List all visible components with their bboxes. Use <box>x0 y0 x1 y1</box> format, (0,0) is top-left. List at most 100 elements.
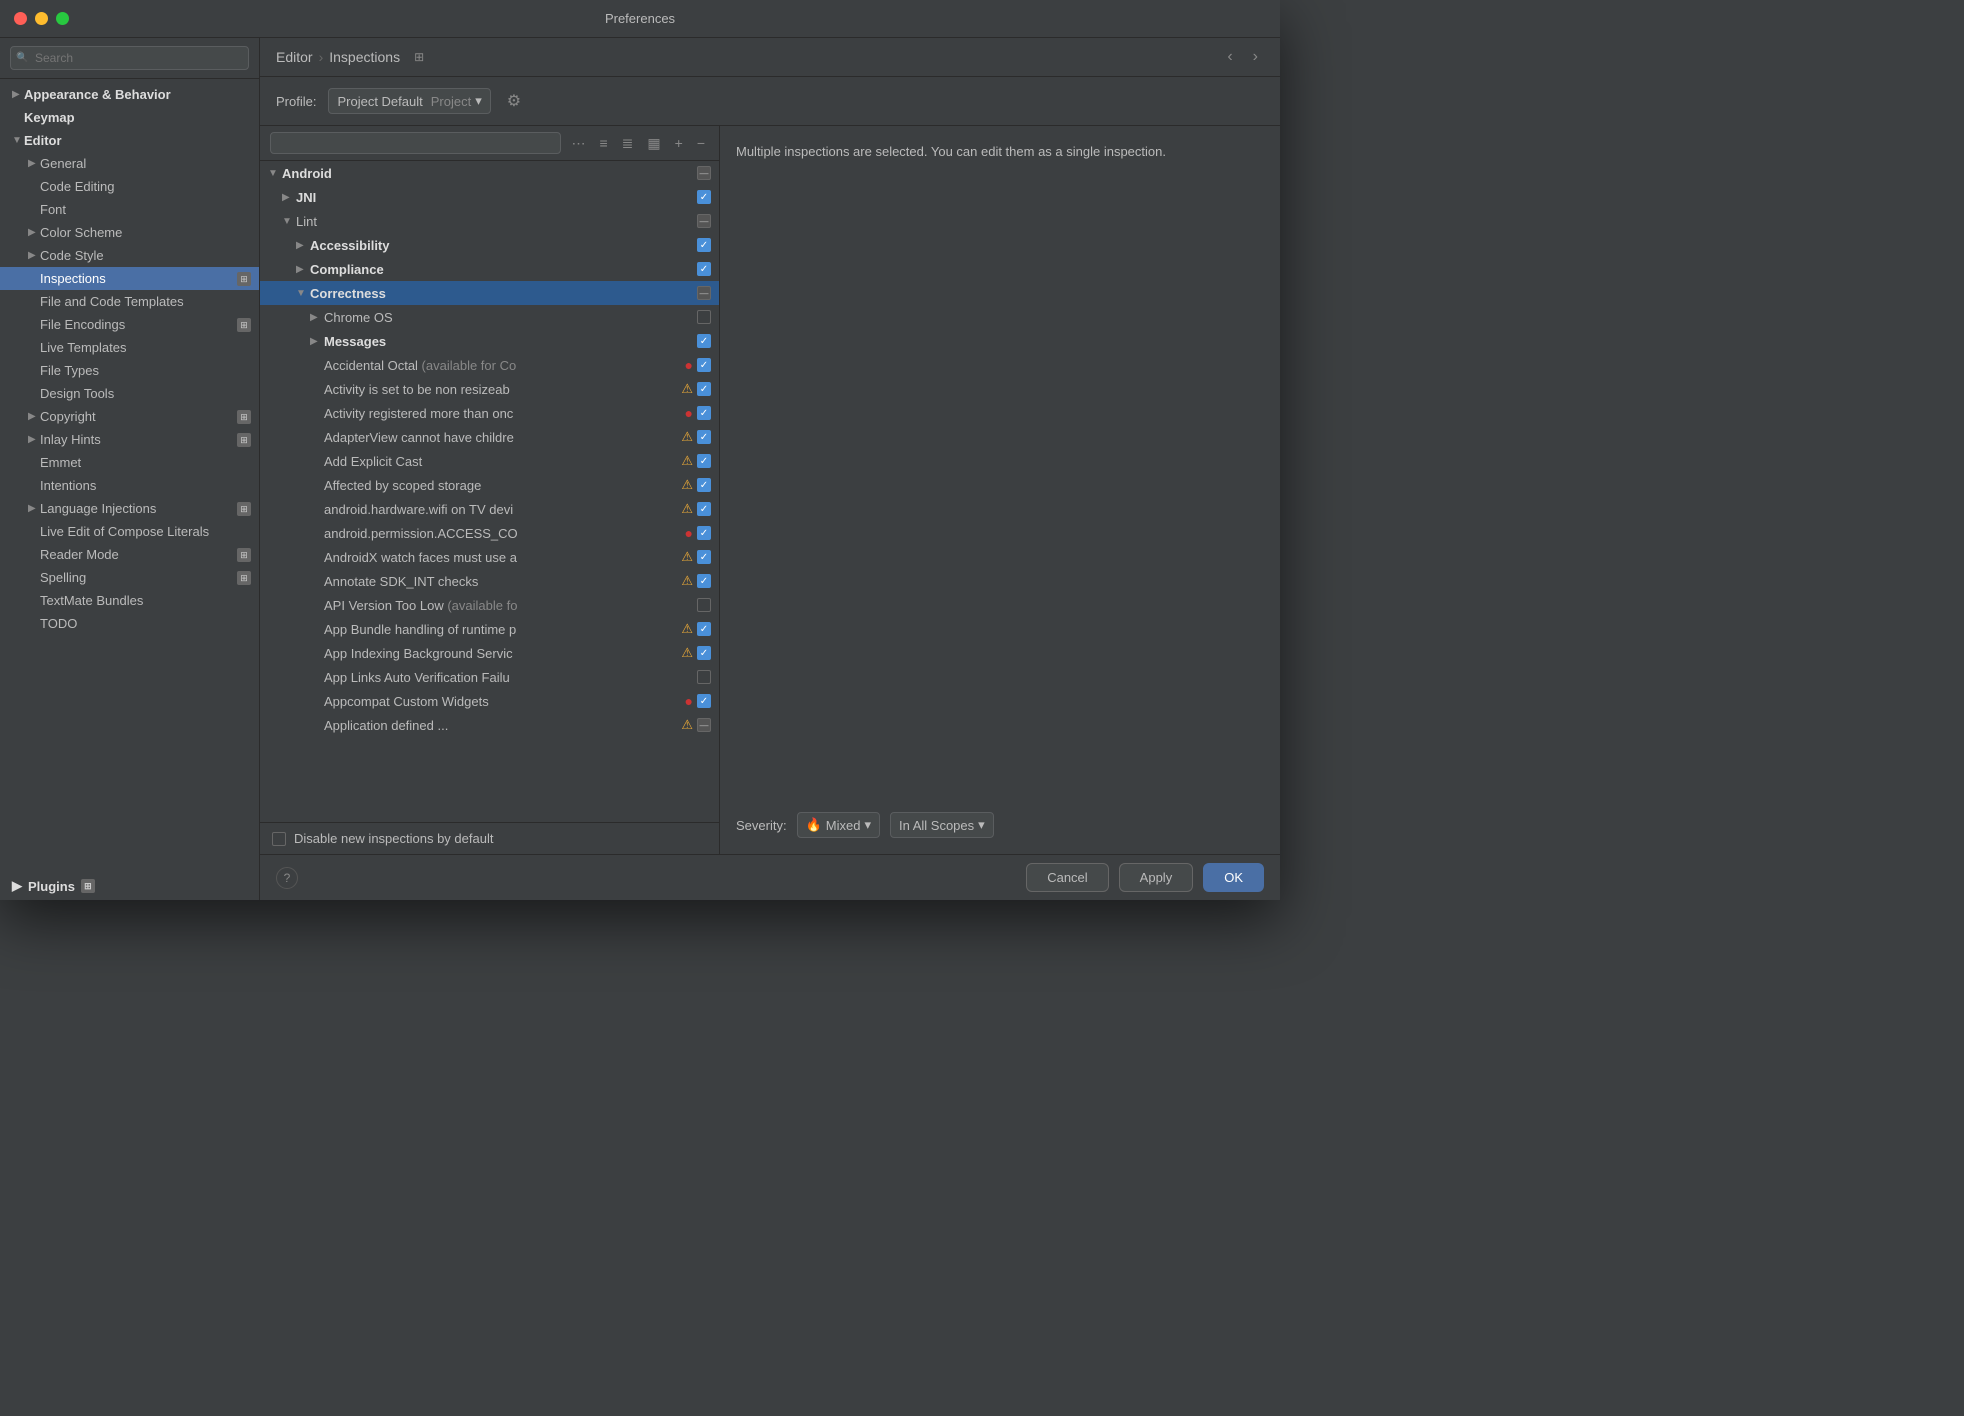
insp-checkbox-app-bundle[interactable] <box>697 622 711 636</box>
help-button[interactable]: ? <box>276 867 298 889</box>
sidebar-item-inspections[interactable]: Inspections ⊞ <box>0 267 259 290</box>
sidebar-item-inlay-hints[interactable]: ▶ Inlay Hints ⊞ <box>0 428 259 451</box>
sidebar-item-general[interactable]: ▶ General <box>0 152 259 175</box>
sidebar-item-emmet[interactable]: Emmet <box>0 451 259 474</box>
view-options-button[interactable]: ▦ <box>643 133 664 154</box>
insp-checkbox-app-links[interactable] <box>697 670 711 684</box>
insp-checkbox-androidx-watch[interactable] <box>697 550 711 564</box>
insp-checkbox-jni[interactable] <box>697 190 711 204</box>
insp-item-annotate-sdk[interactable]: Annotate SDK_INT checks ⚠ <box>260 569 719 593</box>
insp-item-compliance[interactable]: ▶ Compliance <box>260 257 719 281</box>
cancel-button[interactable]: Cancel <box>1026 863 1108 892</box>
insp-checkbox-hardware-wifi[interactable] <box>697 502 711 516</box>
sidebar-plugins-section[interactable]: ▶ Plugins ⊞ <box>0 872 259 900</box>
nav-back-button[interactable]: ‹ <box>1221 46 1238 68</box>
collapse-all-button[interactable]: ≡ <box>595 133 611 153</box>
insp-label: Add Explicit Cast <box>324 454 681 469</box>
red-error-icon: ● <box>685 357 693 373</box>
insp-item-app-indexing[interactable]: App Indexing Background Servic ⚠ <box>260 641 719 665</box>
sidebar-item-reader-mode[interactable]: Reader Mode ⊞ <box>0 543 259 566</box>
insp-item-lint[interactable]: ▼ Lint <box>260 209 719 233</box>
insp-checkbox-compliance[interactable] <box>697 262 711 276</box>
ok-button[interactable]: OK <box>1203 863 1264 892</box>
sidebar-item-live-edit-compose[interactable]: Live Edit of Compose Literals <box>0 520 259 543</box>
sidebar-item-spelling[interactable]: Spelling ⊞ <box>0 566 259 589</box>
insp-item-hardware-wifi[interactable]: android.hardware.wifi on TV devi ⚠ <box>260 497 719 521</box>
insp-item-adapterview[interactable]: AdapterView cannot have childre ⚠ <box>260 425 719 449</box>
sidebar-item-color-scheme[interactable]: ▶ Color Scheme <box>0 221 259 244</box>
insp-item-scoped-storage[interactable]: Affected by scoped storage ⚠ <box>260 473 719 497</box>
sidebar-item-intentions[interactable]: Intentions <box>0 474 259 497</box>
insp-item-appcompat-widgets[interactable]: Appcompat Custom Widgets ● <box>260 689 719 713</box>
insp-checkbox-accidental-octal[interactable] <box>697 358 711 372</box>
settings-gear-button[interactable]: ⚙ <box>503 87 525 115</box>
sidebar-item-live-templates[interactable]: Live Templates <box>0 336 259 359</box>
insp-checkbox-add-explicit-cast[interactable] <box>697 454 711 468</box>
sidebar-item-editor[interactable]: ▼ Editor <box>0 129 259 152</box>
disable-new-inspections-checkbox[interactable] <box>272 832 286 846</box>
minimize-button[interactable] <box>35 12 48 25</box>
insp-item-activity-non-resizable[interactable]: Activity is set to be non resizeab ⚠ <box>260 377 719 401</box>
sidebar-item-design-tools[interactable]: Design Tools <box>0 382 259 405</box>
sidebar-item-file-types[interactable]: File Types <box>0 359 259 382</box>
insp-checkbox-android[interactable] <box>697 166 711 180</box>
insp-item-accidental-octal[interactable]: Accidental Octal (available for Co ● <box>260 353 719 377</box>
sidebar-item-file-code-templates[interactable]: File and Code Templates <box>0 290 259 313</box>
insp-item-chrome-os[interactable]: ▶ Chrome OS <box>260 305 719 329</box>
insp-checkbox-lint[interactable] <box>697 214 711 228</box>
sidebar-item-todo[interactable]: TODO <box>0 612 259 635</box>
sidebar-item-code-style[interactable]: ▶ Code Style <box>0 244 259 267</box>
sidebar-item-appearance[interactable]: ▶ Appearance & Behavior <box>0 83 259 106</box>
insp-checkbox-correctness[interactable] <box>697 286 711 300</box>
insp-item-jni[interactable]: ▶ JNI <box>260 185 719 209</box>
insp-item-android[interactable]: ▼ Android <box>260 161 719 185</box>
insp-item-application-defined[interactable]: Application defined ... ⚠ <box>260 713 719 737</box>
sidebar-item-file-encodings[interactable]: File Encodings ⊞ <box>0 313 259 336</box>
sidebar-item-font[interactable]: Font <box>0 198 259 221</box>
sidebar-item-copyright[interactable]: ▶ Copyright ⊞ <box>0 405 259 428</box>
insp-checkbox-application-defined[interactable] <box>697 718 711 732</box>
filter-button[interactable]: ⋯ <box>567 133 589 154</box>
sidebar-item-label: Keymap <box>24 110 251 125</box>
sidebar-item-textmate-bundles[interactable]: TextMate Bundles <box>0 589 259 612</box>
insp-checkbox-adapterview[interactable] <box>697 430 711 444</box>
insp-item-app-bundle[interactable]: App Bundle handling of runtime p ⚠ <box>260 617 719 641</box>
sidebar-item-code-editing[interactable]: Code Editing <box>0 175 259 198</box>
insp-checkbox-api-version[interactable] <box>697 598 711 612</box>
scope-select[interactable]: In All Scopes ▾ <box>890 812 994 838</box>
insp-checkbox-activity-registered[interactable] <box>697 406 711 420</box>
sidebar-search-input[interactable] <box>10 46 249 70</box>
insp-checkbox-annotate-sdk[interactable] <box>697 574 711 588</box>
insp-item-accessibility[interactable]: ▶ Accessibility <box>260 233 719 257</box>
remove-inspection-button[interactable]: − <box>693 133 709 153</box>
sidebar-item-language-injections[interactable]: ▶ Language Injections ⊞ <box>0 497 259 520</box>
restore-layout-icon[interactable]: ⊞ <box>414 50 424 64</box>
insp-checkbox-messages[interactable] <box>697 334 711 348</box>
insp-checkbox-accessibility[interactable] <box>697 238 711 252</box>
expand-all-button[interactable]: ≣ <box>618 133 638 154</box>
add-inspection-button[interactable]: + <box>671 133 687 153</box>
insp-checkbox-app-indexing[interactable] <box>697 646 711 660</box>
sidebar-search-area <box>0 38 259 79</box>
maximize-button[interactable] <box>56 12 69 25</box>
insp-item-activity-registered[interactable]: Activity registered more than onc ● <box>260 401 719 425</box>
nav-forward-button[interactable]: › <box>1247 46 1264 68</box>
insp-item-app-links[interactable]: App Links Auto Verification Failu <box>260 665 719 689</box>
insp-checkbox-scoped-storage[interactable] <box>697 478 711 492</box>
insp-checkbox-permission-access[interactable] <box>697 526 711 540</box>
insp-checkbox-activity-non-resizable[interactable] <box>697 382 711 396</box>
sidebar-item-keymap[interactable]: Keymap <box>0 106 259 129</box>
insp-item-api-version[interactable]: API Version Too Low (available fo <box>260 593 719 617</box>
close-button[interactable] <box>14 12 27 25</box>
insp-item-permission-access[interactable]: android.permission.ACCESS_CO ● <box>260 521 719 545</box>
severity-select[interactable]: 🔥 Mixed ▾ <box>797 812 880 838</box>
insp-checkbox-appcompat-widgets[interactable] <box>697 694 711 708</box>
apply-button[interactable]: Apply <box>1119 863 1194 892</box>
insp-checkbox-chrome-os[interactable] <box>697 310 711 324</box>
insp-item-messages[interactable]: ▶ Messages <box>260 329 719 353</box>
insp-item-androidx-watch[interactable]: AndroidX watch faces must use a ⚠ <box>260 545 719 569</box>
insp-item-add-explicit-cast[interactable]: Add Explicit Cast ⚠ <box>260 449 719 473</box>
profile-select[interactable]: Project Default Project ▾ <box>328 88 490 114</box>
insp-item-correctness[interactable]: ▼ Correctness <box>260 281 719 305</box>
inspections-search-input[interactable] <box>270 132 561 154</box>
